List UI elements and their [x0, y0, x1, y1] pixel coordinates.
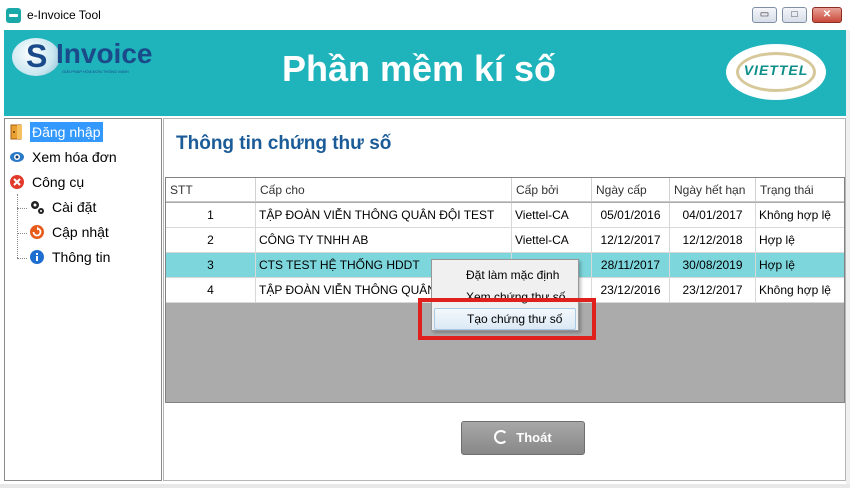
- column-header-trang-thai[interactable]: Trạng thái: [756, 178, 844, 202]
- cell-stt: 1: [166, 203, 256, 227]
- window-title: e-Invoice Tool: [27, 8, 101, 22]
- cell-stt: 4: [166, 278, 256, 302]
- sidebar-tree: Đăng nhập Xem hóa đơn Công cụ Cài đặt Cậ…: [4, 118, 162, 481]
- cell-stt: 2: [166, 228, 256, 252]
- login-door-icon: [10, 124, 22, 140]
- cell-ngay-cap: 23/12/2016: [592, 278, 670, 302]
- cell-cap-cho: CÔNG TY TNHH AB: [256, 228, 512, 252]
- table-header: STT Cấp cho Cấp bởi Ngày cấp Ngày hết hạ…: [166, 178, 844, 202]
- table-row[interactable]: 1 TẬP ĐOÀN VIỄN THÔNG QUÂN ĐỘI TEST Viet…: [166, 203, 844, 228]
- cell-ngay-het-han: 04/01/2017: [670, 203, 756, 227]
- annotation-highlight-box: [418, 298, 596, 340]
- cell-ngay-cap: 12/12/2017: [592, 228, 670, 252]
- cell-trang-thai: Hợp lệ: [759, 233, 795, 247]
- undo-icon: [494, 430, 509, 444]
- column-header-stt[interactable]: STT: [166, 178, 256, 202]
- eye-icon: [10, 152, 24, 162]
- column-header-ngay-cap[interactable]: Ngày cấp: [592, 178, 670, 202]
- window-titlebar: e-Invoice Tool ▭ □ ✕: [0, 0, 850, 30]
- sidebar-item-label: Đăng nhập: [30, 122, 103, 142]
- app-heading: Phần mềm kí số: [281, 48, 557, 89]
- cell-stt: 3: [166, 253, 256, 277]
- viettel-logo-text: VIETTEL: [743, 62, 809, 78]
- cell-trang-thai: Không hợp lệ: [759, 208, 831, 222]
- cell-trang-thai: Hợp lệ: [759, 258, 795, 272]
- gears-icon: [31, 201, 44, 214]
- refresh-icon: [30, 225, 44, 239]
- info-icon: [30, 250, 44, 264]
- column-header-ngay-het-han[interactable]: Ngày hết hạn: [670, 178, 756, 202]
- app-icon: [6, 8, 21, 23]
- cell-ngay-het-han: 30/08/2019: [670, 253, 756, 277]
- cell-trang-thai: Không hợp lệ: [759, 283, 831, 297]
- cell-ngay-het-han: 12/12/2018: [670, 228, 756, 252]
- sidebar-item-label: Xem hóa đơn: [32, 149, 117, 165]
- page-title: Thông tin chứng thư số: [176, 133, 392, 154]
- menu-item-set-default[interactable]: Đặt làm mặc định: [434, 264, 576, 286]
- cell-ngay-cap: 05/01/2016: [592, 203, 670, 227]
- cell-ngay-cap: 28/11/2017: [592, 253, 670, 277]
- exit-button[interactable]: Thoát: [461, 421, 585, 455]
- sidebar-item-label: Công cụ: [32, 174, 85, 190]
- cell-cap-cho: TẬP ĐOÀN VIỄN THÔNG QUÂN ĐỘI TEST: [256, 203, 512, 227]
- cell-ngay-het-han: 23/12/2017: [670, 278, 756, 302]
- header-banner: S Invoice GIẢI PHÁP HÓA ĐƠN THÔNG MINH P…: [4, 30, 846, 116]
- sidebar-item-label: Thông tin: [52, 249, 111, 265]
- column-header-cap-boi[interactable]: Cấp bởi: [512, 178, 592, 202]
- table-row[interactable]: 2 CÔNG TY TNHH AB Viettel-CA 12/12/2017 …: [166, 228, 844, 253]
- column-header-cap-cho[interactable]: Cấp cho: [256, 178, 512, 202]
- minimize-button[interactable]: ▭: [752, 7, 777, 23]
- close-button[interactable]: ✕: [812, 7, 842, 23]
- exit-button-label: Thoát: [516, 430, 552, 445]
- maximize-button[interactable]: □: [782, 7, 807, 23]
- viettel-logo: VIETTEL: [726, 44, 826, 100]
- cell-cap-boi: Viettel-CA: [512, 228, 592, 252]
- sidebar-item-label: Cài đặt: [52, 199, 97, 215]
- tools-x-icon: [10, 175, 24, 189]
- cell-cap-boi: Viettel-CA: [512, 203, 592, 227]
- sidebar-item-label: Cập nhật: [52, 224, 109, 240]
